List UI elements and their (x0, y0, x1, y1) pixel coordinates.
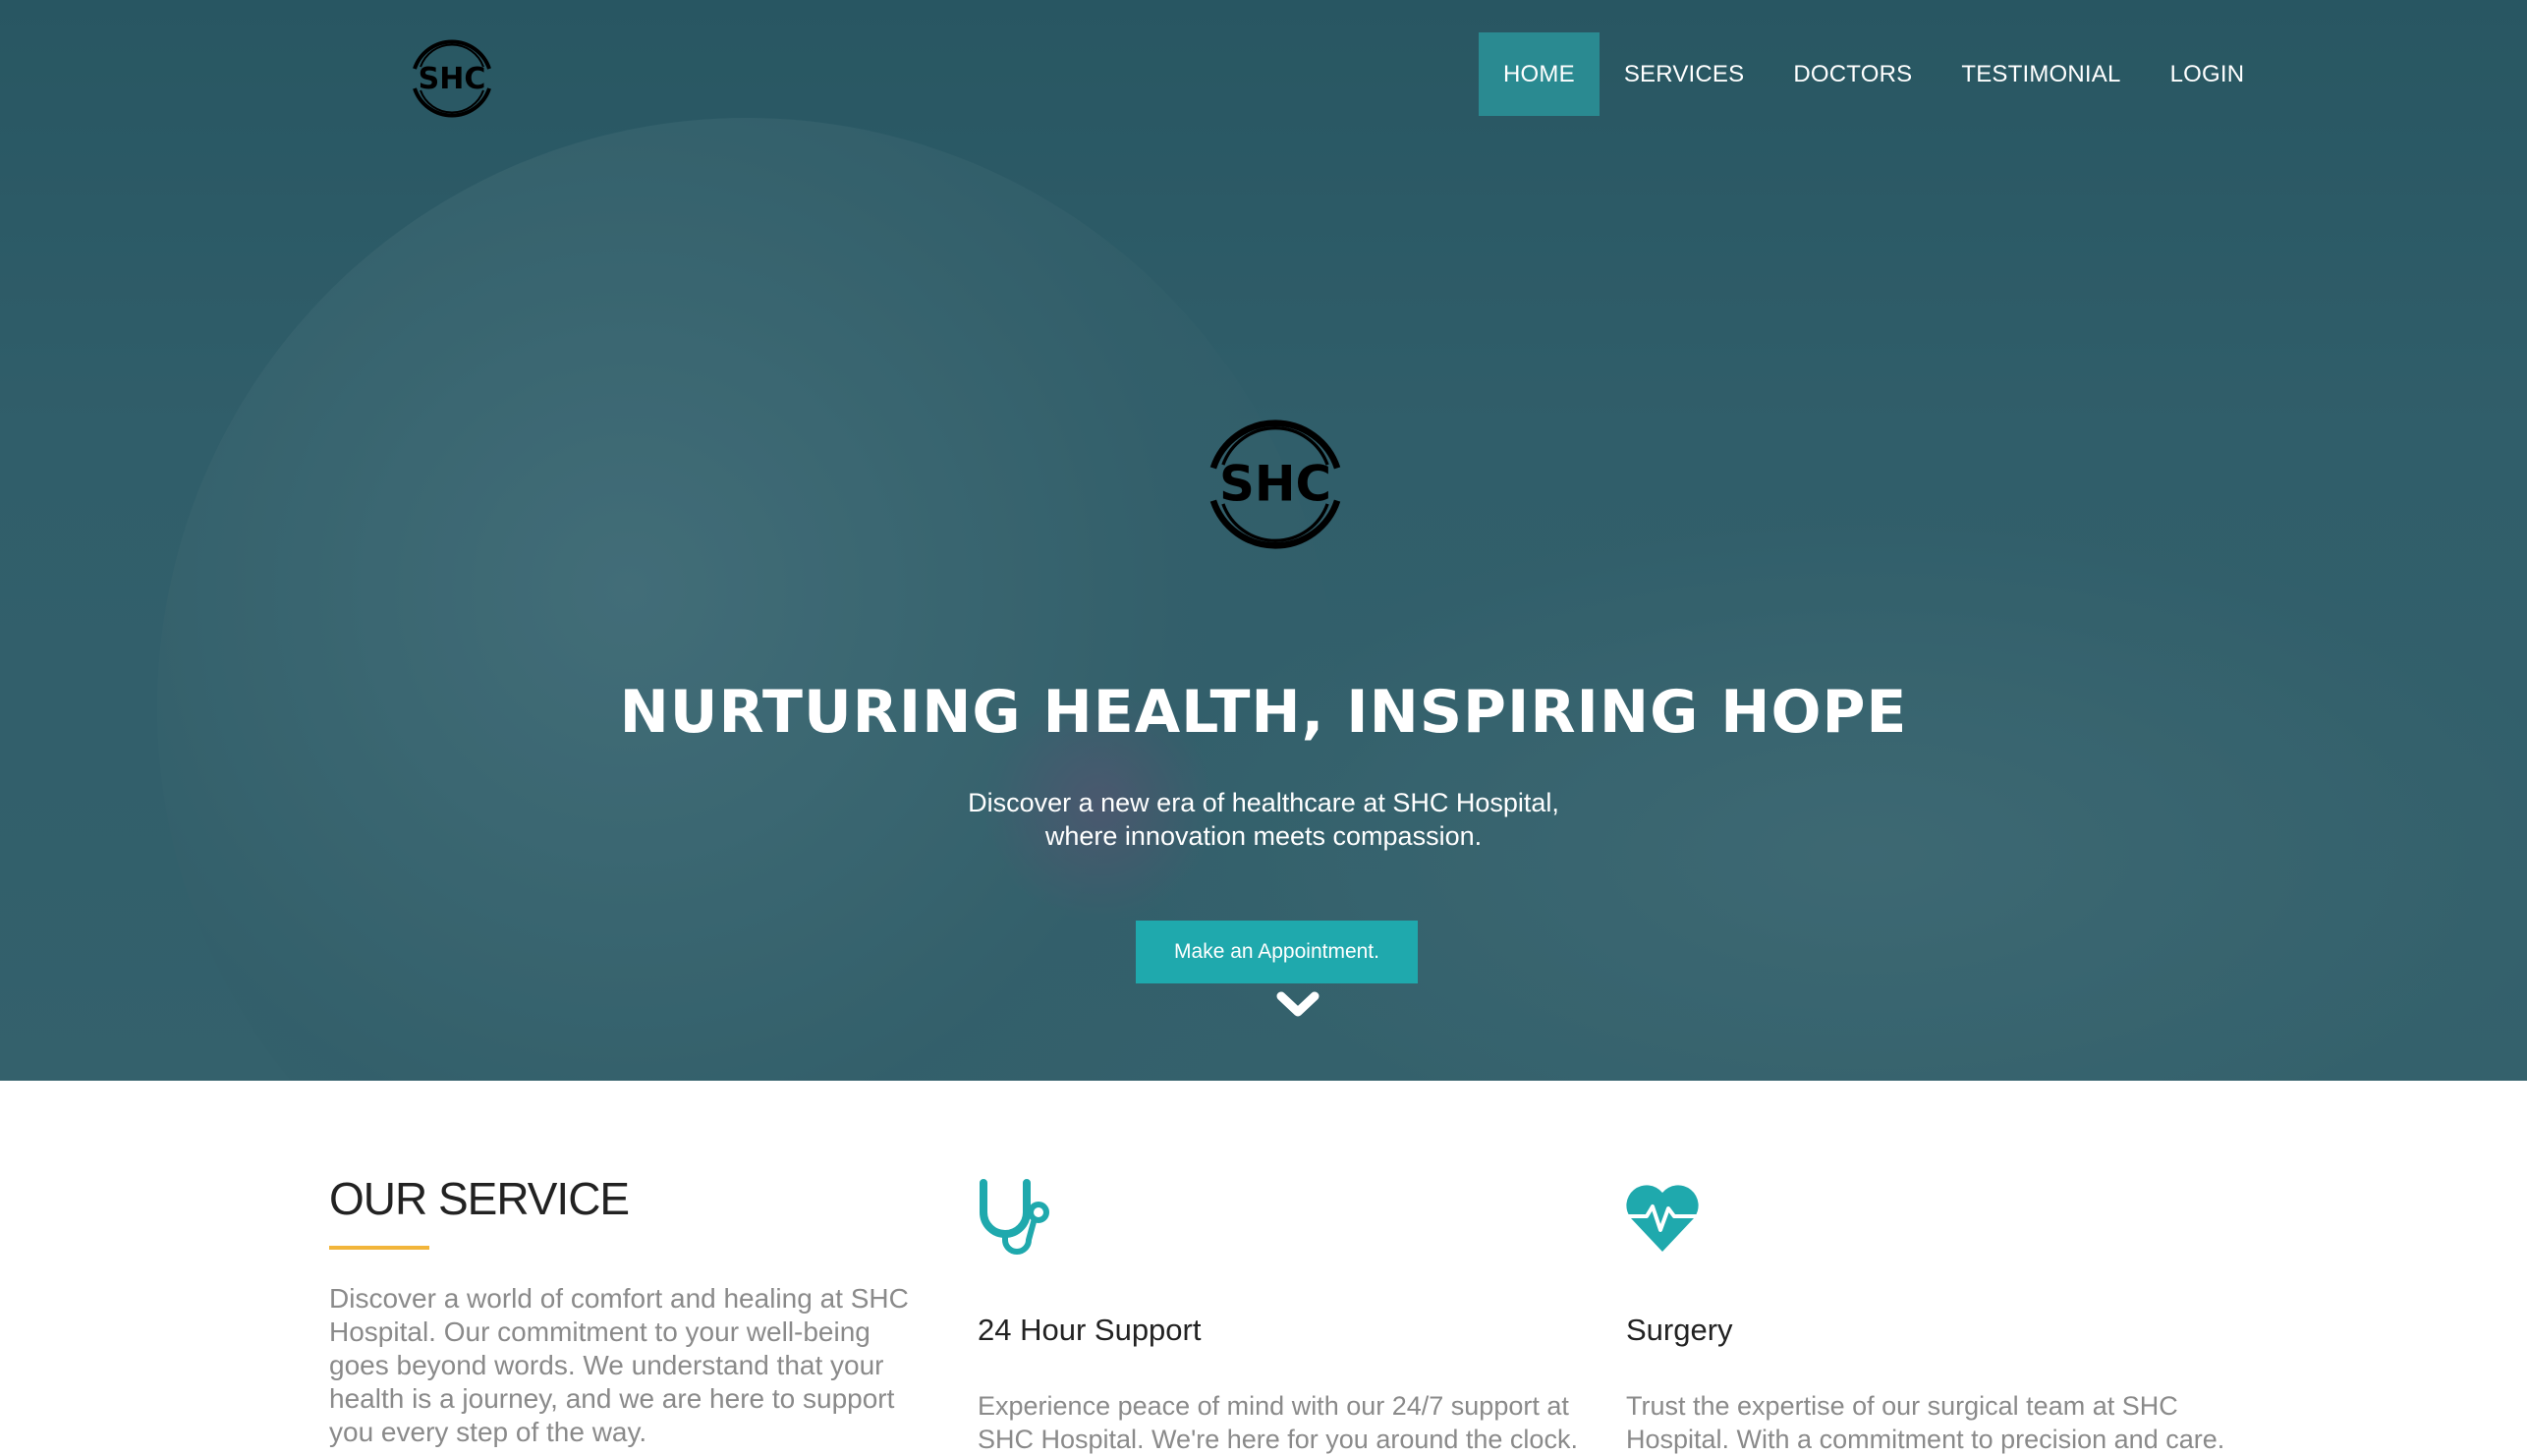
chevron-down-icon[interactable] (1275, 988, 1320, 1022)
heartbeat-icon (1626, 1185, 1699, 1252)
site-logo-text: SHC (419, 62, 486, 96)
nav-home[interactable]: HOME (1479, 32, 1600, 116)
hero-logo: SHC (1209, 420, 1341, 549)
nav-doctors[interactable]: DOCTORS (1769, 32, 1937, 116)
hero-subtitle: Discover a new era of healthcare at SHC … (870, 786, 1657, 853)
stethoscope-icon (980, 1179, 1049, 1255)
card-title-surgery: Surgery (1626, 1313, 1733, 1347)
hero-title: NURTURING HEALTH, INSPIRING HOPE (619, 678, 1908, 747)
card-title-24-hour-support: 24 Hour Support (978, 1313, 1202, 1347)
card-text-24-hour-support: Experience peace of mind with our 24/7 s… (978, 1391, 1578, 1454)
nav-login[interactable]: LOGIN (2146, 32, 2270, 116)
services-heading: OUR SERVICE (329, 1173, 630, 1224)
hero-section: SHC HOME SERVICES DOCTORS TESTIMONIAL LO… (0, 0, 2527, 1081)
hero-logo-text: SHC (1219, 456, 1331, 513)
card-text-surgery: Trust the expertise of our surgical team… (1626, 1391, 2225, 1454)
hero-subtitle-line-1: Discover a new era of healthcare at SHC … (968, 788, 1559, 817)
nav-testimonial[interactable]: TESTIMONIAL (1937, 32, 2145, 116)
make-appointment-button[interactable]: Make an Appointment. (1136, 921, 1418, 983)
site-logo[interactable]: SHC (403, 29, 501, 128)
nav-services[interactable]: SERVICES (1600, 32, 1769, 116)
main-nav: HOME SERVICES DOCTORS TESTIMONIAL LOGIN (1479, 32, 2269, 116)
hero-subtitle-line-2: where innovation meets compassion. (1044, 821, 1483, 851)
services-intro: Discover a world of comfort and healing … (329, 1283, 909, 1447)
heading-underline (329, 1246, 429, 1250)
